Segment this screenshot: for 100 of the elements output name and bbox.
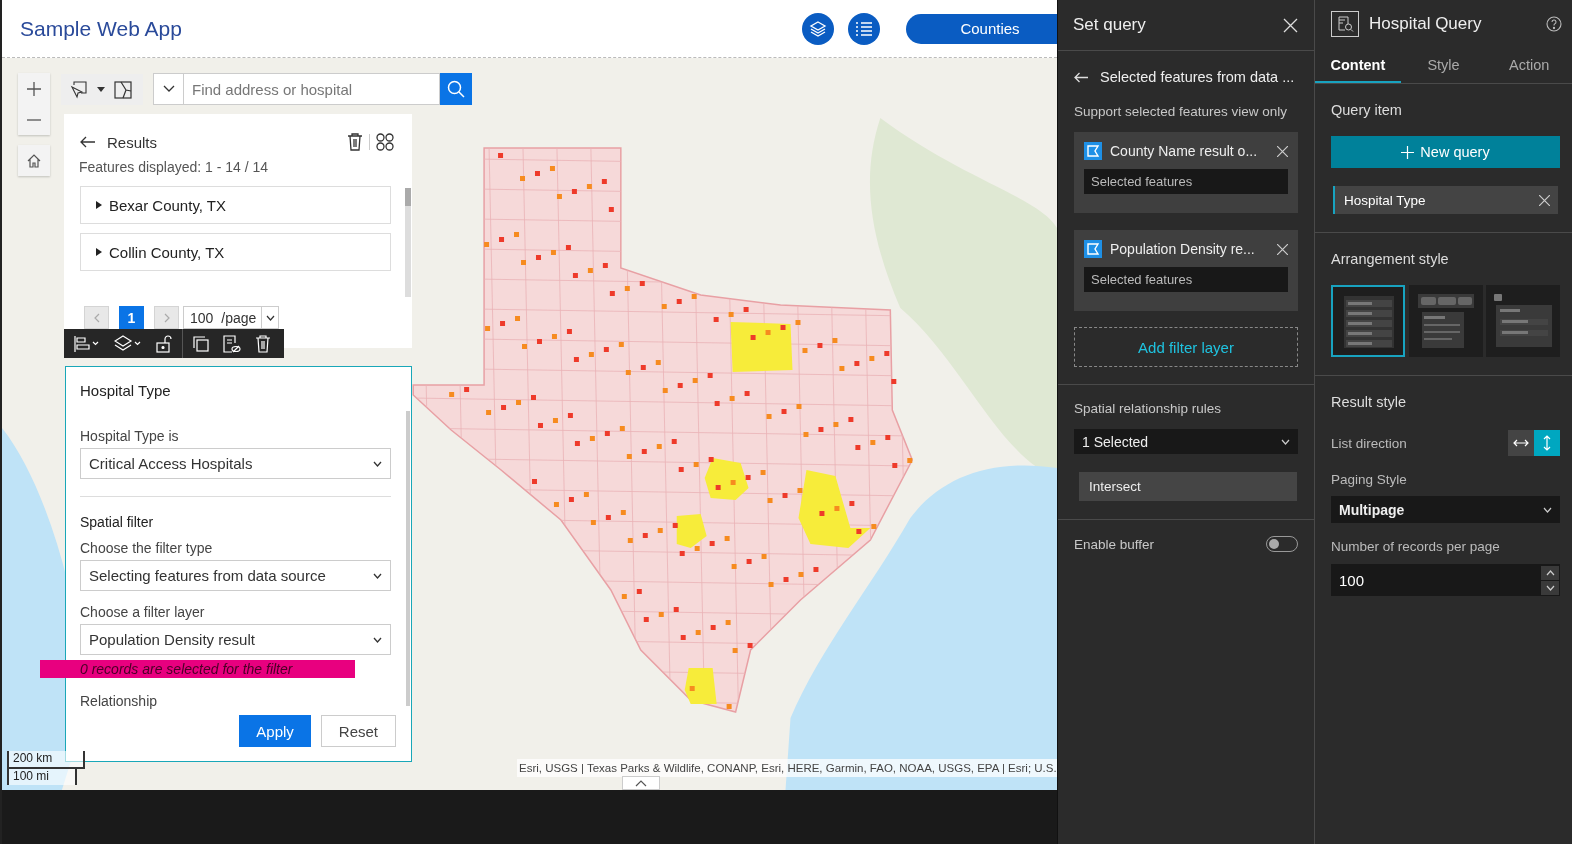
section-title: Spatial filter (80, 513, 155, 531)
panel-title: Set query (1073, 15, 1146, 35)
result-item[interactable]: Bexar County, TX (80, 186, 391, 224)
add-filter-layer-button[interactable]: Add filter layer (1074, 327, 1298, 367)
section-title: Result style (1331, 393, 1407, 412)
close-icon[interactable] (1277, 145, 1288, 157)
scrollbar[interactable] (405, 188, 411, 297)
field-label: Hospital Type is (80, 427, 180, 445)
layer-icon (1084, 240, 1102, 258)
chevron-down-icon[interactable] (265, 314, 275, 321)
zoom-out-button[interactable] (18, 104, 50, 135)
search-button[interactable] (440, 73, 472, 105)
filter-layer-select[interactable]: Population Density result (80, 624, 391, 655)
page-button[interactable]: 1 (119, 306, 144, 329)
filter-type-select[interactable]: Selecting features from data source (80, 560, 391, 591)
layers-icon[interactable] (114, 334, 142, 353)
attribution-text: Esri, USGS | Texas Parks & Wildlife, CONANP, Esri, HERE, Garmin, FAO, NOAA, USGS, EPA | Esri; U.S. (517, 759, 1057, 777)
layers-button[interactable] (802, 12, 834, 45)
close-icon[interactable] (1539, 194, 1550, 206)
section-label: Spatial relationship rules (1074, 400, 1223, 418)
field-label: Paging Style (1331, 472, 1408, 487)
scrollbar[interactable] (406, 411, 410, 706)
unlock-icon[interactable] (156, 334, 172, 353)
dropdown-layout-option[interactable] (1486, 285, 1560, 357)
hospital-type-select[interactable]: Critical Access Hospitals (80, 448, 391, 479)
result-item[interactable]: Collin County, TX (80, 233, 391, 271)
query-widget-icon (1331, 11, 1359, 37)
note-text: Support selected features view only (1074, 103, 1289, 121)
home-icon[interactable] (26, 152, 42, 169)
horizontal-direction-button[interactable] (1508, 430, 1534, 456)
help-icon[interactable] (1546, 16, 1562, 32)
home-button[interactable] (18, 145, 50, 176)
trash-icon[interactable] (347, 133, 363, 151)
layers-icon[interactable] (809, 19, 827, 38)
rules-select[interactable]: 1 Selected (1074, 429, 1298, 454)
increment-icon[interactable] (1541, 565, 1559, 580)
close-icon[interactable] (1277, 243, 1288, 255)
form-button[interactable]: Apply (239, 715, 311, 747)
expand-caret-icon[interactable] (95, 248, 103, 256)
panel-subtitle: Selected features from data ... (1100, 69, 1295, 85)
new-query-button[interactable]: New query (1331, 136, 1560, 168)
query-item-label: Hospital Type (1344, 192, 1426, 208)
app-title: Sample Web App (20, 16, 182, 41)
records-per-page-field[interactable]: 100 (1331, 564, 1560, 596)
search-icon[interactable] (447, 80, 465, 98)
plus-icon (1401, 145, 1415, 159)
zoom-in-button[interactable] (18, 73, 50, 104)
result-label: Collin County, TX (109, 243, 225, 261)
rule-item: Intersect (1079, 472, 1297, 501)
document-hide-icon[interactable] (223, 334, 241, 353)
list-button[interactable] (848, 12, 880, 45)
selection-mode-field[interactable]: Selected features (1084, 267, 1288, 292)
chevron-down-icon[interactable] (373, 572, 382, 579)
caret-icon[interactable] (97, 87, 105, 92)
copy-icon[interactable] (193, 335, 209, 352)
search-field[interactable]: Find address or hospital (184, 73, 440, 105)
widget-title: Hospital Query (1369, 14, 1483, 34)
form-title: Hospital Type (80, 381, 172, 401)
layer-name: Population Density re... (1110, 241, 1256, 257)
list-icon[interactable] (855, 20, 873, 37)
query-item[interactable]: Hospital Type (1333, 186, 1558, 214)
chevron-down-icon[interactable] (373, 460, 382, 467)
selection-mode-field[interactable]: Selected features (1084, 169, 1288, 194)
result-label: Bexar County, TX (109, 196, 226, 214)
counties-button[interactable]: Counties (906, 13, 1057, 44)
selection-frame-icon[interactable] (114, 80, 132, 99)
expand-caret-icon[interactable] (95, 201, 103, 209)
scale-bar: 100 mi (7, 769, 77, 785)
settings-tab[interactable]: Content (1315, 48, 1401, 83)
vertical-arrows-icon[interactable] (1542, 435, 1552, 451)
field-label: Choose the filter type (80, 539, 214, 557)
form-button[interactable]: Reset (320, 715, 396, 747)
layer-icon (1084, 142, 1102, 160)
plus-icon[interactable] (26, 80, 42, 97)
grid-icon[interactable] (376, 133, 394, 151)
decrement-icon[interactable] (1541, 580, 1559, 595)
buffer-label: Enable buffer (1074, 536, 1155, 552)
paging-style-select[interactable]: Multipage (1331, 496, 1560, 523)
list-layout-option[interactable] (1331, 285, 1405, 357)
results-title: Results (107, 133, 159, 151)
field-label: Choose a filter layer (80, 603, 206, 621)
back-arrow-icon[interactable] (80, 136, 96, 148)
chevron-down-icon[interactable] (162, 85, 175, 93)
field-label: Relationship (80, 692, 159, 710)
select-icon[interactable] (68, 80, 88, 99)
field-label: List direction (1331, 435, 1407, 451)
notice-message: 0 records are selected for the filter (40, 660, 355, 678)
chevron-down-icon[interactable] (373, 636, 382, 643)
section-title: Query item (1331, 101, 1403, 120)
close-icon[interactable] (1283, 17, 1298, 33)
chevron-up-icon[interactable] (635, 779, 647, 787)
field-label: Number of records per page (1331, 539, 1501, 554)
layer-name: County Name result o... (1110, 143, 1259, 159)
settings-tab[interactable]: Style (1400, 48, 1487, 83)
horizontal-arrows-icon[interactable] (1513, 438, 1529, 448)
align-icon[interactable] (74, 335, 100, 352)
tabs-layout-option[interactable] (1408, 285, 1483, 357)
section-title: Arrangement style (1331, 250, 1450, 269)
settings-tab[interactable]: Action (1486, 48, 1572, 83)
features-count: Features displayed: 1 - 14 / 14 (79, 158, 270, 177)
